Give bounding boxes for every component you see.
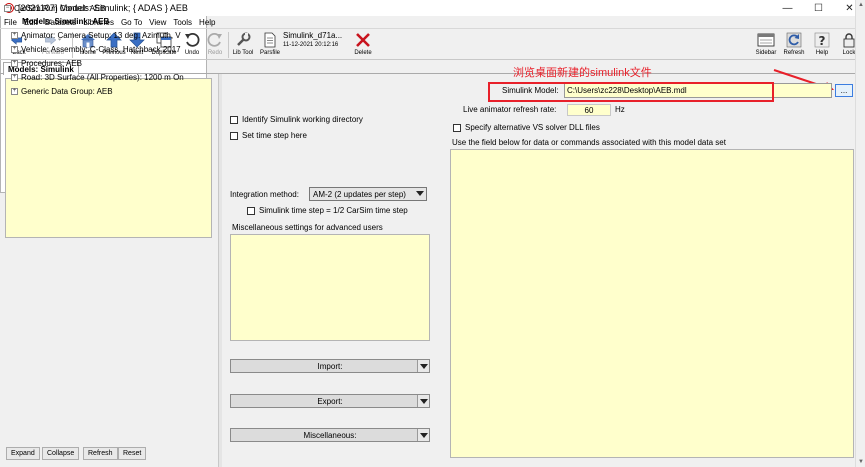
- menu-file[interactable]: File: [4, 18, 17, 27]
- delete-x-icon: [354, 31, 372, 49]
- question-mark-icon: ?: [813, 31, 831, 49]
- tree-item-animator[interactable]: + Animator: Camera Setup: 13 deg. Azimut…: [11, 31, 181, 40]
- sidebar-button[interactable]: Sidebar: [753, 31, 779, 56]
- delete-button[interactable]: Delete: [350, 31, 376, 56]
- refresh-rate-field[interactable]: 60: [567, 104, 611, 116]
- menu-view[interactable]: View: [149, 18, 166, 27]
- identify-dir-checkbox-row[interactable]: Identify Simulink working directory: [230, 115, 363, 124]
- scroll-up-icon[interactable]: ▲: [858, 2, 864, 8]
- data-field-hint: Use the field below for data or commands…: [452, 138, 726, 147]
- refresh-tree-button[interactable]: Refresh: [83, 447, 118, 460]
- expand-toggle[interactable]: +: [11, 60, 18, 67]
- annotation-highlight-box: [488, 82, 774, 102]
- collapse-toggle[interactable]: −: [4, 5, 11, 12]
- collapse-button[interactable]: Collapse: [42, 447, 80, 460]
- expand-button[interactable]: Expand: [6, 447, 40, 460]
- refresh-button[interactable]: Refresh: [781, 31, 807, 56]
- export-menu-button[interactable]: Export:: [230, 394, 430, 408]
- miscellaneous-menu-button[interactable]: Miscellaneous:: [230, 428, 430, 442]
- lib-tool-button[interactable]: Lib Tool: [230, 31, 256, 56]
- refresh-rate-unit: Hz: [615, 105, 625, 114]
- expand-toggle[interactable]: +: [11, 74, 18, 81]
- model-data-textarea[interactable]: [450, 149, 854, 458]
- tree-item-vehicle[interactable]: + Vehicle: Assembly: C-Class, Hatchback …: [11, 45, 181, 54]
- alt-solver-checkbox-row[interactable]: Specify alternative VS solver DLL files: [453, 123, 600, 132]
- alt-solver-checkbox[interactable]: [453, 123, 461, 132]
- integration-method-select[interactable]: AM-2 (2 updates per step): [309, 187, 427, 201]
- panel-splitter[interactable]: [218, 74, 222, 467]
- annotation-text: 浏览桌面新建的simulink文件: [513, 67, 652, 79]
- notes-panel[interactable]: [5, 78, 212, 238]
- browse-button[interactable]: ...: [835, 84, 853, 97]
- reset-button[interactable]: Reset: [118, 447, 147, 460]
- simulink-dataset-info: Simulink_d71a... 11-12-2021 20:12:16: [283, 31, 349, 57]
- wrench-icon: [234, 31, 252, 49]
- chevron-down-icon[interactable]: [417, 429, 429, 441]
- dataset-timestamp: 11-12-2021 20:12:16: [283, 42, 339, 48]
- misc-settings-textarea[interactable]: [230, 234, 430, 341]
- tree-item-road[interactable]: + Road: 3D Surface (All Properties): 120…: [11, 73, 184, 82]
- tree-item-run-control[interactable]: − CarSim Run Control: AEB: [4, 4, 106, 13]
- tree-scrollbar[interactable]: ▲ ▼: [855, 0, 865, 467]
- parsfile-button[interactable]: Parsfile: [257, 31, 283, 56]
- chevron-down-icon[interactable]: [417, 360, 429, 372]
- maximize-button[interactable]: ☐: [803, 0, 834, 16]
- import-menu-button[interactable]: Import:: [230, 359, 430, 373]
- menu-go-to[interactable]: Go To: [121, 18, 142, 27]
- svg-text:?: ?: [819, 34, 826, 48]
- title-bar: [2021107] Models: Simulink; { ADAS } AEB…: [0, 0, 865, 16]
- sidebar-icon: [757, 31, 775, 49]
- document-icon: [261, 31, 279, 49]
- dataset-name: Simulink_d71a...: [283, 31, 343, 40]
- toolbar-separator: [228, 32, 229, 58]
- chevron-down-icon[interactable]: [417, 395, 429, 407]
- redo-icon: [206, 31, 224, 49]
- scroll-down-icon[interactable]: ▼: [858, 459, 864, 465]
- tree-item-models-simulink[interactable]: Models: Simulink: AEB: [22, 17, 109, 26]
- redo-button[interactable]: Redo: [202, 31, 228, 56]
- menu-bar: File Edit Datasets Libraries Go To View …: [0, 16, 865, 28]
- menu-tools[interactable]: Tools: [173, 18, 192, 27]
- time-step-half-checkbox-row[interactable]: Simulink time step = 1/2 CarSim time ste…: [247, 206, 408, 215]
- help-button[interactable]: ? Help: [809, 31, 835, 56]
- set-time-step-checkbox[interactable]: [230, 131, 238, 140]
- expand-toggle[interactable]: +: [11, 32, 18, 39]
- window-controls: — ☐ ✕: [772, 0, 865, 16]
- menu-help[interactable]: Help: [199, 18, 215, 27]
- integration-method-label: Integration method:: [230, 190, 299, 199]
- set-time-step-checkbox-row[interactable]: Set time step here: [230, 131, 307, 140]
- tree-item-generic-data[interactable]: + Generic Data Group: AEB: [11, 87, 113, 96]
- refresh-icon: [785, 31, 803, 49]
- refresh-rate-label: Live animator refresh rate:: [463, 105, 557, 114]
- chevron-down-icon: [416, 191, 424, 196]
- expand-toggle[interactable]: +: [11, 46, 18, 53]
- misc-settings-label: Miscellaneous settings for advanced user…: [232, 223, 383, 232]
- minimize-button[interactable]: —: [772, 0, 803, 16]
- identify-dir-checkbox[interactable]: [230, 115, 238, 124]
- expand-toggle[interactable]: +: [11, 88, 18, 95]
- tree-item-procedures[interactable]: + Procedures: AEB: [11, 59, 82, 68]
- time-step-half-checkbox[interactable]: [247, 206, 255, 215]
- undo-icon: [183, 31, 201, 49]
